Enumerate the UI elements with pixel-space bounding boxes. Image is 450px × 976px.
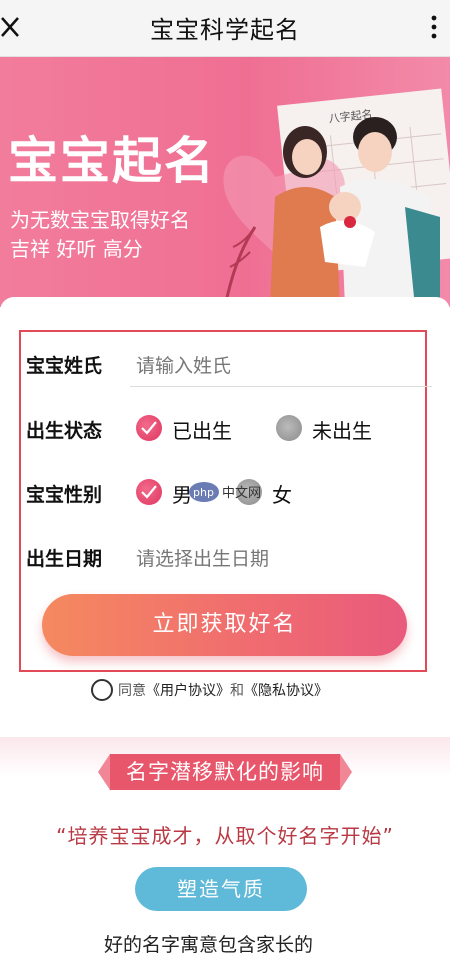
banner-subtitle: 为无数宝宝取得好名 xyxy=(10,208,190,232)
get-name-button[interactable]: 立即获取好名 xyxy=(42,594,407,656)
more-icon[interactable] xyxy=(426,12,442,42)
check-icon xyxy=(141,485,157,499)
svg-text:中文网: 中文网 xyxy=(222,486,261,501)
surname-input[interactable]: 请输入姓氏 xyxy=(136,351,231,378)
watermark-logo: php 中文网 xyxy=(189,482,261,502)
privacy-agreement-link[interactable]: 《隐私协议》 xyxy=(244,683,328,699)
male-radio[interactable] xyxy=(136,479,162,505)
birth-date-picker[interactable]: 请选择出生日期 xyxy=(136,544,269,571)
section-title: 名字潜移默化的影响 xyxy=(126,760,324,784)
agree-checkbox[interactable] xyxy=(91,679,113,701)
banner-headline: 宝宝起名 xyxy=(8,132,216,190)
hero-banner: 宝宝起名 为无数宝宝取得好名 吉祥 好听 高分 八字起名 xyxy=(0,57,450,307)
born-option-label: 已出生 xyxy=(172,419,232,443)
surname-underline xyxy=(130,386,432,387)
section-body-text: 好的名字寓意包含家长的 xyxy=(104,934,314,956)
title-bar: 宝宝科学起名 xyxy=(0,0,450,57)
section-quote: “培养宝宝成才，从取个好名字开始” xyxy=(56,824,394,848)
family-illustration: 八字起名 xyxy=(223,88,450,307)
user-agreement-link[interactable]: 《用户协议》 xyxy=(146,683,230,699)
page-title: 宝宝科学起名 xyxy=(150,16,300,44)
birth-date-label: 出生日期 xyxy=(26,548,103,570)
born-radio[interactable] xyxy=(136,415,162,441)
agree-and: 和 xyxy=(230,683,244,699)
svg-text:php: php xyxy=(193,486,214,499)
check-icon xyxy=(141,421,157,435)
banner-tagline: 吉祥 好听 高分 xyxy=(10,237,143,261)
unborn-option-label: 未出生 xyxy=(312,419,372,443)
temperament-tag: 塑造气质 xyxy=(135,867,307,911)
gender-label: 宝宝性别 xyxy=(26,484,103,506)
birth-status-label: 出生状态 xyxy=(26,420,103,442)
surname-label: 宝宝姓氏 xyxy=(26,355,103,377)
agree-prefix: 同意 xyxy=(118,683,146,699)
agreement-text: 同意《用户协议》和《隐私协议》 xyxy=(118,680,328,700)
unborn-radio[interactable] xyxy=(276,415,302,441)
female-option-label: 女 xyxy=(272,483,292,507)
